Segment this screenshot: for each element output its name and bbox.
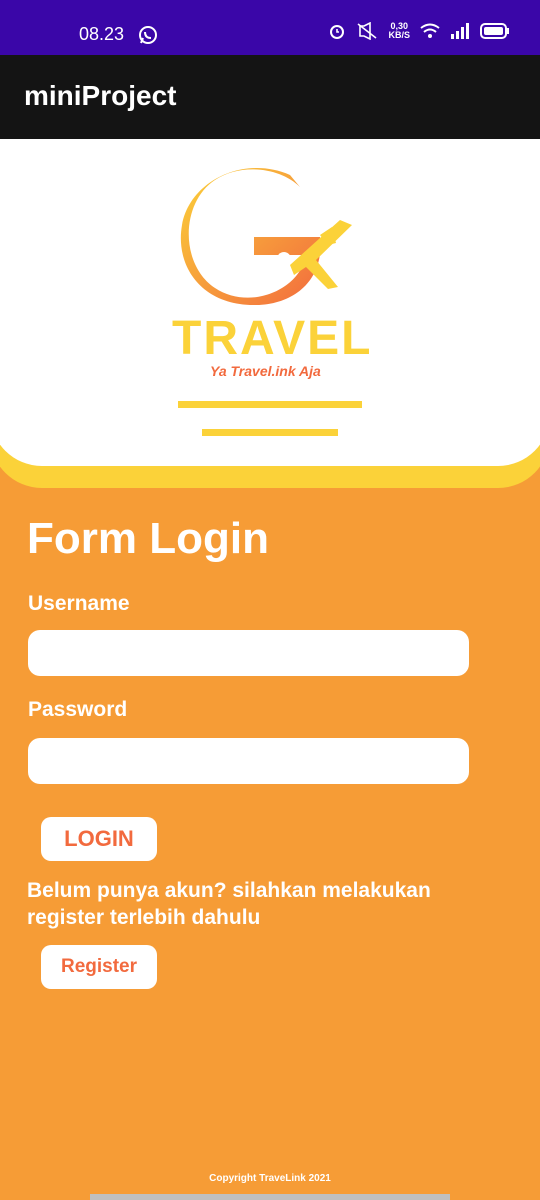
form-title: Form Login xyxy=(27,514,269,563)
mute-icon xyxy=(357,22,377,40)
decor-line xyxy=(178,401,362,408)
status-time: 08.23 xyxy=(79,24,125,44)
password-label: Password xyxy=(28,698,128,721)
net-speed-unit: KB/S xyxy=(388,30,410,40)
username-input[interactable] xyxy=(28,630,469,676)
login-button[interactable]: LOGIN xyxy=(41,817,157,861)
travel-logo-icon xyxy=(180,168,352,305)
register-hint: Belum punya akun? silahkan melakukan reg… xyxy=(27,879,431,929)
status-bar: 08.23 0,30 KB/S xyxy=(0,0,540,55)
register-button[interactable]: Register xyxy=(41,945,157,989)
net-speed: 0,30 KB/S xyxy=(388,22,410,40)
decor-line xyxy=(202,429,338,436)
signal-icon xyxy=(451,23,469,39)
status-icons: 0,30 KB/S xyxy=(328,22,510,40)
header-card: TRAVEL Ya Travel.ink Aja xyxy=(0,139,540,466)
wifi-icon xyxy=(420,23,440,38)
copyright-text: Copyright TraveLink 2021 xyxy=(209,1173,331,1184)
whatsapp-icon xyxy=(139,26,157,44)
app-title: miniProject xyxy=(24,80,177,111)
password-input[interactable] xyxy=(28,738,469,784)
brand-tagline: Ya Travel.ink Aja xyxy=(210,363,321,379)
app-bar: miniProject xyxy=(0,55,540,139)
brand-name: TRAVEL xyxy=(172,312,373,365)
alarm-icon xyxy=(330,25,345,39)
nav-gesture-handle[interactable] xyxy=(90,1194,450,1200)
username-label: Username xyxy=(28,592,130,615)
battery-icon xyxy=(480,23,509,39)
